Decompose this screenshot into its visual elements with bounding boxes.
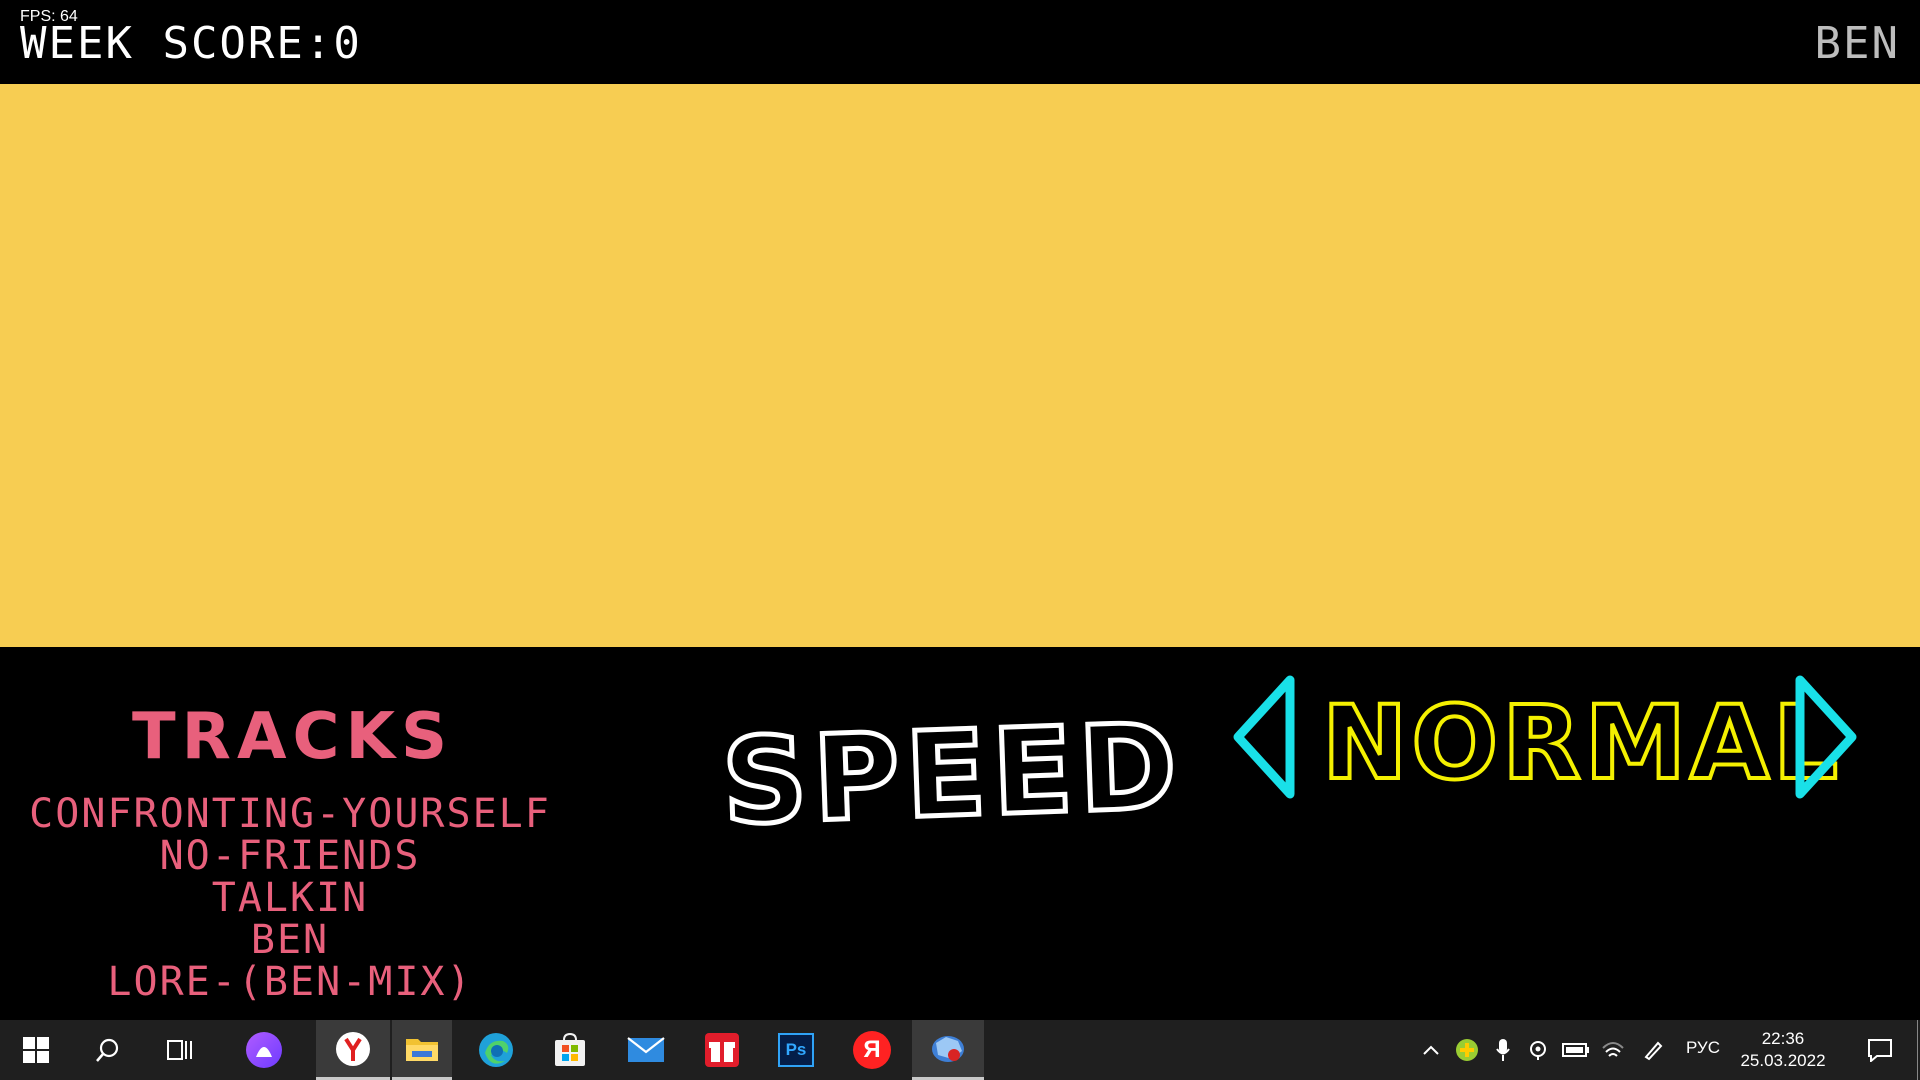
task-view-icon[interactable] xyxy=(150,1020,210,1080)
yandex-icon[interactable]: Я xyxy=(842,1020,902,1080)
photoshop-icon[interactable]: Ps xyxy=(766,1020,826,1080)
file-explorer-icon[interactable] xyxy=(392,1020,452,1080)
game-window[interactable]: FPS: 64 WEEK SCORE:0 BEN TRACKS CONFRONT… xyxy=(0,0,1920,1020)
difficulty-selector[interactable]: NORMAL xyxy=(1230,672,1860,805)
photoshop-label: Ps xyxy=(778,1033,814,1067)
difficulty-right-arrow-icon[interactable] xyxy=(1790,672,1860,802)
clock[interactable]: 22:36 25.03.2022 xyxy=(1728,1028,1838,1072)
difficulty-label: NORMAL xyxy=(1320,682,1843,805)
search-icon[interactable] xyxy=(78,1020,138,1080)
track-item: BEN xyxy=(250,917,330,963)
track-item: LORE-(BEN-MIX) xyxy=(107,959,473,1005)
yandex-label: Я xyxy=(853,1031,891,1069)
pen-icon[interactable] xyxy=(1638,1020,1668,1080)
mail-icon[interactable] xyxy=(616,1020,676,1080)
clock-time: 22:36 xyxy=(1761,1029,1805,1048)
store-icon[interactable] xyxy=(540,1020,600,1080)
tracks-list: CONFRONTING-YOURSELF NO-FRIENDS TALKIN B… xyxy=(0,793,580,1003)
gift-icon[interactable] xyxy=(692,1020,752,1080)
week-name: BEN xyxy=(1814,18,1900,69)
microphone-icon[interactable] xyxy=(1488,1020,1518,1080)
game-icon[interactable] xyxy=(912,1020,984,1080)
edge-icon[interactable] xyxy=(466,1020,526,1080)
wifi-icon[interactable] xyxy=(1598,1020,1628,1080)
tracks-title: TRACKS xyxy=(132,700,454,774)
track-item: CONFRONTING-YOURSELF xyxy=(29,791,551,837)
week-score: WEEK SCORE:0 xyxy=(20,18,362,69)
language-indicator[interactable]: РУС xyxy=(1686,1038,1720,1058)
webcam-icon[interactable] xyxy=(1524,1020,1554,1080)
week-title-speed: SPEED xyxy=(717,695,1187,854)
show-desktop-button[interactable] xyxy=(1914,1020,1920,1080)
alice-icon[interactable] xyxy=(234,1020,294,1080)
difficulty-left-arrow-icon[interactable] xyxy=(1230,672,1300,802)
yandex-browser-icon[interactable] xyxy=(316,1020,390,1080)
tray-app-icon[interactable] xyxy=(1452,1020,1482,1080)
week-banner xyxy=(0,84,1920,647)
track-item: TALKIN xyxy=(211,875,369,921)
track-item: NO-FRIENDS xyxy=(159,833,421,879)
taskbar: Ps Я РУС 22:36 25.03.2022 xyxy=(0,1020,1920,1080)
show-hidden-icons-icon[interactable] xyxy=(1416,1020,1446,1080)
windows-start-icon[interactable] xyxy=(6,1020,66,1080)
notifications-icon[interactable] xyxy=(1860,1020,1900,1080)
clock-date: 25.03.2022 xyxy=(1740,1051,1826,1070)
battery-icon[interactable] xyxy=(1560,1020,1592,1080)
